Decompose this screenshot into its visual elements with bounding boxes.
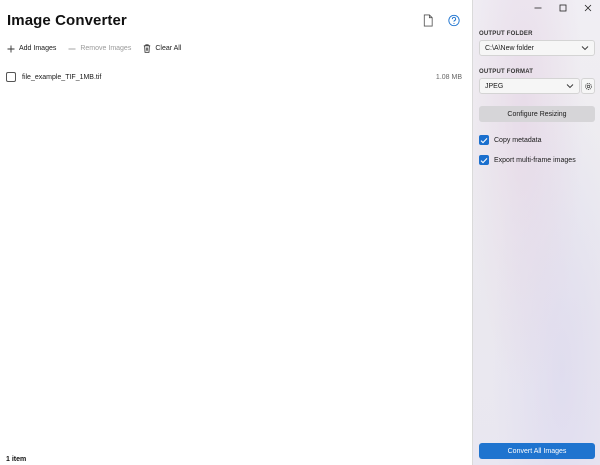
minus-icon (68, 48, 76, 49)
file-checkbox[interactable] (6, 72, 16, 82)
maximize-button[interactable] (550, 0, 575, 16)
file-size: 1.08 MB (435, 73, 462, 81)
minimize-button[interactable] (525, 0, 550, 16)
remove-images-label: Remove Images (80, 45, 132, 52)
export-multiframe-checkbox[interactable]: Export multi-frame images (479, 155, 576, 165)
title-icons (422, 14, 460, 27)
clear-all-button[interactable]: Clear All (143, 44, 181, 53)
plus-icon (7, 45, 15, 52)
close-button[interactable] (575, 0, 600, 16)
export-multiframe-label: Export multi-frame images (494, 156, 576, 164)
main-area: Image Converter Add Images Remove Images (0, 0, 472, 465)
clear-all-label: Clear All (155, 45, 182, 52)
check-icon (480, 157, 488, 163)
export-multiframe-check[interactable] (479, 155, 489, 165)
output-folder-select[interactable]: C:\A\New folder (479, 40, 595, 56)
file-list-item[interactable]: file_example_TIF_1MB.tif 1.08 MB (6, 70, 462, 84)
output-folder-value: C:\A\New folder (485, 44, 535, 52)
chevron-down-icon (581, 46, 589, 51)
help-icon[interactable] (448, 14, 460, 27)
copy-metadata-checkbox[interactable]: Copy metadata (479, 135, 541, 145)
copy-metadata-label: Copy metadata (494, 136, 542, 144)
file-name: file_example_TIF_1MB.tif (22, 73, 102, 81)
maximize-icon (559, 4, 566, 12)
trash-icon (144, 44, 151, 53)
add-images-label: Add Images (19, 45, 57, 52)
gear-icon (584, 82, 592, 90)
minimize-icon (534, 7, 541, 9)
configure-resizing-button[interactable]: Configure Resizing (479, 106, 595, 122)
status-count: 1 item (6, 456, 27, 463)
output-format-select[interactable]: JPEG (479, 78, 580, 94)
output-folder-label: OUTPUT FOLDER (479, 31, 533, 37)
add-images-button[interactable]: Add Images (7, 45, 56, 53)
app-title: Image Converter (7, 12, 127, 29)
chevron-down-icon (566, 84, 574, 89)
convert-all-button[interactable]: Convert All Images (479, 443, 595, 459)
remove-images-button[interactable]: Remove Images (68, 45, 131, 53)
output-format-value: JPEG (485, 82, 504, 90)
document-icon[interactable] (422, 14, 434, 27)
output-format-label: OUTPUT FORMAT (479, 69, 534, 75)
close-icon (584, 4, 591, 12)
toolbar: Add Images Remove Images Clear All (7, 44, 193, 53)
copy-metadata-check[interactable] (479, 135, 489, 145)
window-controls (525, 0, 600, 16)
format-settings-button[interactable] (581, 78, 595, 94)
settings-pane: OUTPUT FOLDER C:\A\New folder OUTPUT FOR… (472, 0, 600, 465)
check-icon (480, 137, 488, 143)
